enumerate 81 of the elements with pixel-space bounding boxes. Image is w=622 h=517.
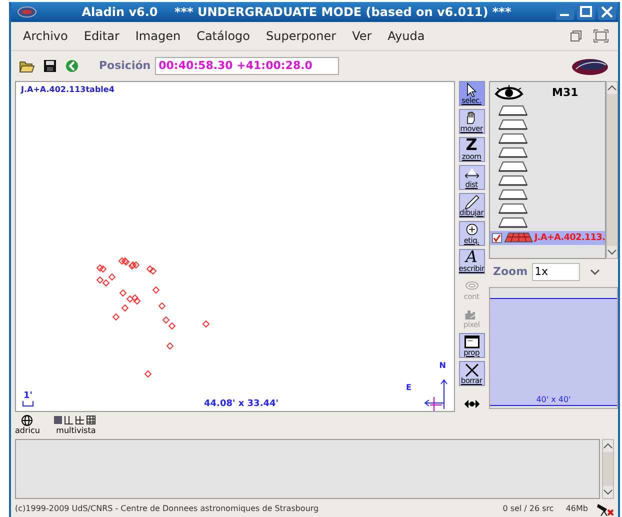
source-marker[interactable] xyxy=(126,295,134,303)
folder-icon[interactable] xyxy=(19,58,35,73)
scroll-down-icon[interactable] xyxy=(603,488,613,496)
empty-plane-icon[interactable] xyxy=(498,217,528,228)
back-icon[interactable] xyxy=(65,58,79,73)
empty-plane-icon[interactable] xyxy=(498,161,528,172)
sky-view[interactable]: J.A+A.402.113table4 1' 44.08' x 33.44' N E xyxy=(15,80,455,412)
source-marker[interactable] xyxy=(166,342,174,350)
north-label: N xyxy=(439,360,446,370)
move-handle-icon[interactable] xyxy=(464,398,480,409)
app-icon xyxy=(17,6,37,18)
preview-size-label: 40' x 40' xyxy=(536,394,571,404)
position-label: Posición xyxy=(99,59,151,72)
source-marker[interactable] xyxy=(158,302,166,310)
scrollbar[interactable] xyxy=(606,80,618,259)
menu-item[interactable]: Catálogo xyxy=(188,28,258,43)
scrollbar[interactable] xyxy=(602,439,614,500)
menu-item[interactable]: Superponer xyxy=(258,28,344,43)
fullscreen-icon[interactable] xyxy=(593,28,609,43)
menu-item[interactable]: Imagen xyxy=(127,28,189,43)
zoom-dropdown[interactable]: 1x xyxy=(532,262,580,281)
window-icon xyxy=(462,334,482,349)
empty-plane-icon[interactable] xyxy=(498,105,528,116)
menu-item[interactable]: Ayuda xyxy=(380,28,433,43)
eye-icon[interactable] xyxy=(494,84,524,101)
source-marker[interactable] xyxy=(162,316,170,324)
catalog-grid-icon xyxy=(504,232,534,244)
scroll-down-icon[interactable] xyxy=(607,248,617,256)
caret-icon[interactable] xyxy=(590,268,600,276)
empty-plane-icon[interactable] xyxy=(498,147,528,158)
source-marker[interactable] xyxy=(146,265,154,273)
source-marker[interactable] xyxy=(202,320,210,328)
east-label: E xyxy=(406,382,412,392)
source-marker[interactable] xyxy=(132,261,140,269)
source-marker[interactable] xyxy=(152,286,160,294)
globe-icon[interactable] xyxy=(20,415,34,426)
plane-label: J.A+A.402.113table4 xyxy=(20,84,116,96)
source-marker[interactable] xyxy=(149,267,157,275)
source-marker[interactable] xyxy=(118,257,126,265)
menu-item[interactable]: Ver xyxy=(344,28,380,43)
window-title: Aladin v6.0 *** UNDERGRADUATE MODE (based on v6.011) *** xyxy=(80,4,512,19)
panel-layout-icon[interactable] xyxy=(54,415,98,426)
scroll-up-icon[interactable] xyxy=(607,84,617,92)
source-marker[interactable] xyxy=(131,294,139,302)
menu-item[interactable]: Archivo xyxy=(15,28,76,43)
source-marker[interactable] xyxy=(133,297,141,305)
restore-icon[interactable] xyxy=(569,28,583,43)
close-button[interactable] xyxy=(598,4,616,20)
scroll-up-icon[interactable] xyxy=(603,442,613,450)
copyright-text: (c)1999-2009 UdS/CNRS - Centre de Donnees astronomiques de Strasbourg xyxy=(15,504,319,513)
source-marker[interactable] xyxy=(144,370,152,378)
source-marker[interactable] xyxy=(108,273,116,281)
save-icon[interactable] xyxy=(43,58,57,73)
source-marker[interactable] xyxy=(96,264,104,272)
view-mode-label[interactable]: multivista xyxy=(56,426,96,436)
source-marker[interactable] xyxy=(102,279,110,287)
field-size-label: 44.08' x 33.44' xyxy=(204,398,279,409)
source-marker[interactable] xyxy=(99,265,107,273)
memory-usage: 46Mb xyxy=(566,504,588,513)
view-mode-label[interactable]: adricu xyxy=(15,426,40,436)
empty-plane-icon[interactable] xyxy=(498,175,528,186)
source-marker[interactable] xyxy=(168,322,176,330)
maximize-button[interactable] xyxy=(577,4,595,20)
scale-label: 1' xyxy=(23,392,33,401)
minimize-button[interactable] xyxy=(556,4,574,20)
source-marker[interactable] xyxy=(119,289,127,297)
source-marker[interactable] xyxy=(121,304,129,312)
menu-item[interactable]: Editar xyxy=(76,28,128,43)
empty-plane-icon[interactable] xyxy=(498,133,528,144)
empty-plane-icon[interactable] xyxy=(498,119,528,130)
compass-arrows-icon xyxy=(422,376,450,411)
empty-plane-icon[interactable] xyxy=(498,189,528,200)
source-marker[interactable] xyxy=(112,313,120,321)
selection-count: 0 sel / 26 src xyxy=(502,504,554,513)
visibility-checkbox[interactable] xyxy=(492,232,502,243)
scale-bar-icon xyxy=(22,400,34,407)
source-marker[interactable] xyxy=(96,276,104,284)
zoom-label: Zoom xyxy=(493,265,528,278)
position-field[interactable]: 00:40:58.30 +41:00:28.0 xyxy=(154,56,339,75)
empty-plane-icon[interactable] xyxy=(498,203,528,214)
survey-title: M31 xyxy=(552,86,578,100)
